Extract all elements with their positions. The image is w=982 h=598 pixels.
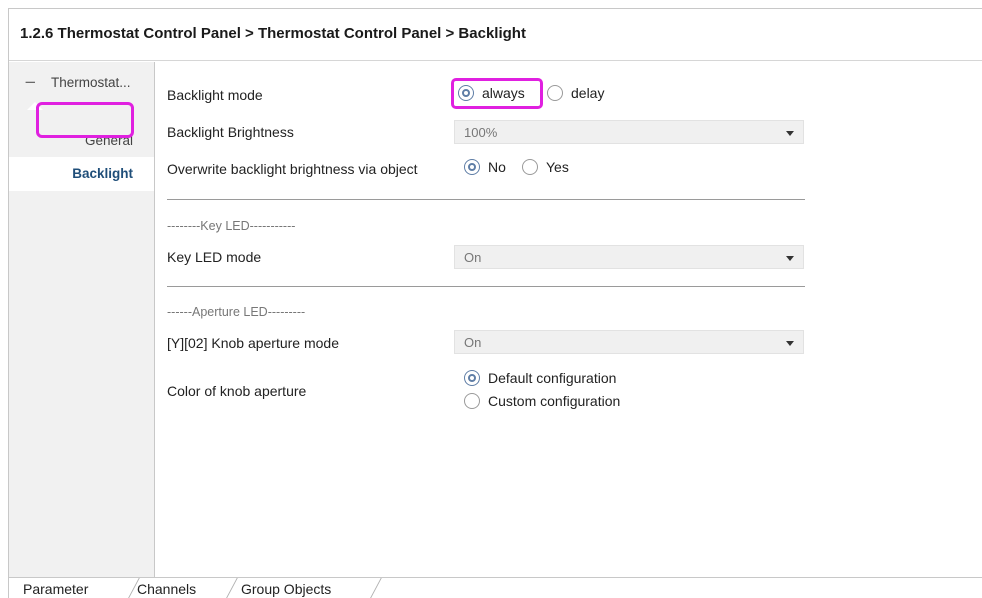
param-label: Color of knob aperture (167, 383, 307, 399)
radio-selected-icon[interactable] (464, 159, 480, 175)
radio-no[interactable]: No (464, 159, 506, 175)
dropdown-value: On (464, 250, 482, 265)
title-bar: 1.2.6 Thermostat Control Panel > Thermos… (9, 9, 982, 61)
chevron-down-icon (786, 256, 794, 261)
sidebar-item-label: Backlight (72, 166, 133, 181)
tab-channels[interactable]: Channels (137, 581, 196, 597)
parameter-panel: Backlight mode always delay Backlight Br… (156, 62, 982, 577)
param-label: Overwrite backlight brightness via objec… (167, 161, 418, 177)
param-label: [Y][02] Knob aperture mode (167, 335, 339, 351)
highlight-box-always (451, 78, 543, 109)
tree-node-label[interactable]: Thermostat... (51, 75, 131, 90)
tree-node-thermostat[interactable]: − Thermostat... (9, 62, 154, 110)
section-title-aperture-led: ------Aperture LED--------- (167, 305, 306, 319)
radio-label: No (488, 159, 506, 175)
tab-separator (224, 578, 238, 598)
radio-selected-icon[interactable] (464, 370, 480, 386)
key-led-mode-dropdown[interactable]: On (454, 245, 804, 269)
radio-default-configuration[interactable]: Default configuration (464, 370, 616, 386)
radio-unselected-icon[interactable] (464, 393, 480, 409)
app-window: 1.2.6 Thermostat Control Panel > Thermos… (8, 8, 982, 598)
section-divider (167, 286, 805, 287)
collapse-icon[interactable]: − (24, 73, 37, 91)
param-label: Key LED mode (167, 249, 262, 265)
chevron-down-icon (786, 341, 794, 346)
breadcrumb: 1.2.6 Thermostat Control Panel > Thermos… (20, 25, 526, 42)
bottom-tab-bar: Parameter Channels Group Objects (9, 577, 982, 598)
dropdown-value: 100% (464, 125, 498, 140)
param-label: Backlight mode (167, 87, 263, 103)
sidebar-item-backlight[interactable]: Backlight (9, 157, 154, 191)
radio-label: delay (571, 85, 605, 101)
radio-label: Custom configuration (488, 393, 621, 409)
radio-label: Default configuration (488, 370, 617, 386)
param-row-overwrite: Overwrite backlight brightness via objec… (167, 156, 867, 182)
section-title-key-led: --------Key LED----------- (167, 219, 296, 233)
radio-yes[interactable]: Yes (522, 159, 569, 175)
radio-unselected-icon[interactable] (547, 85, 563, 101)
radio-unselected-icon[interactable] (522, 159, 538, 175)
sidebar: − Thermostat... General Backlight (9, 62, 155, 577)
highlight-box-backlight (36, 102, 134, 138)
brightness-dropdown[interactable]: 100% (454, 120, 804, 144)
tab-parameter[interactable]: Parameter (23, 581, 88, 597)
knob-aperture-mode-dropdown[interactable]: On (454, 330, 804, 354)
radio-custom-configuration[interactable]: Custom configuration (464, 393, 620, 409)
tab-separator (368, 578, 382, 598)
tab-group-objects[interactable]: Group Objects (241, 581, 331, 597)
chevron-down-icon (786, 131, 794, 136)
param-label: Backlight Brightness (167, 124, 294, 140)
section-divider (167, 199, 805, 200)
dropdown-value: On (464, 335, 482, 350)
radio-label: Yes (546, 159, 569, 175)
radio-delay[interactable]: delay (547, 85, 604, 101)
